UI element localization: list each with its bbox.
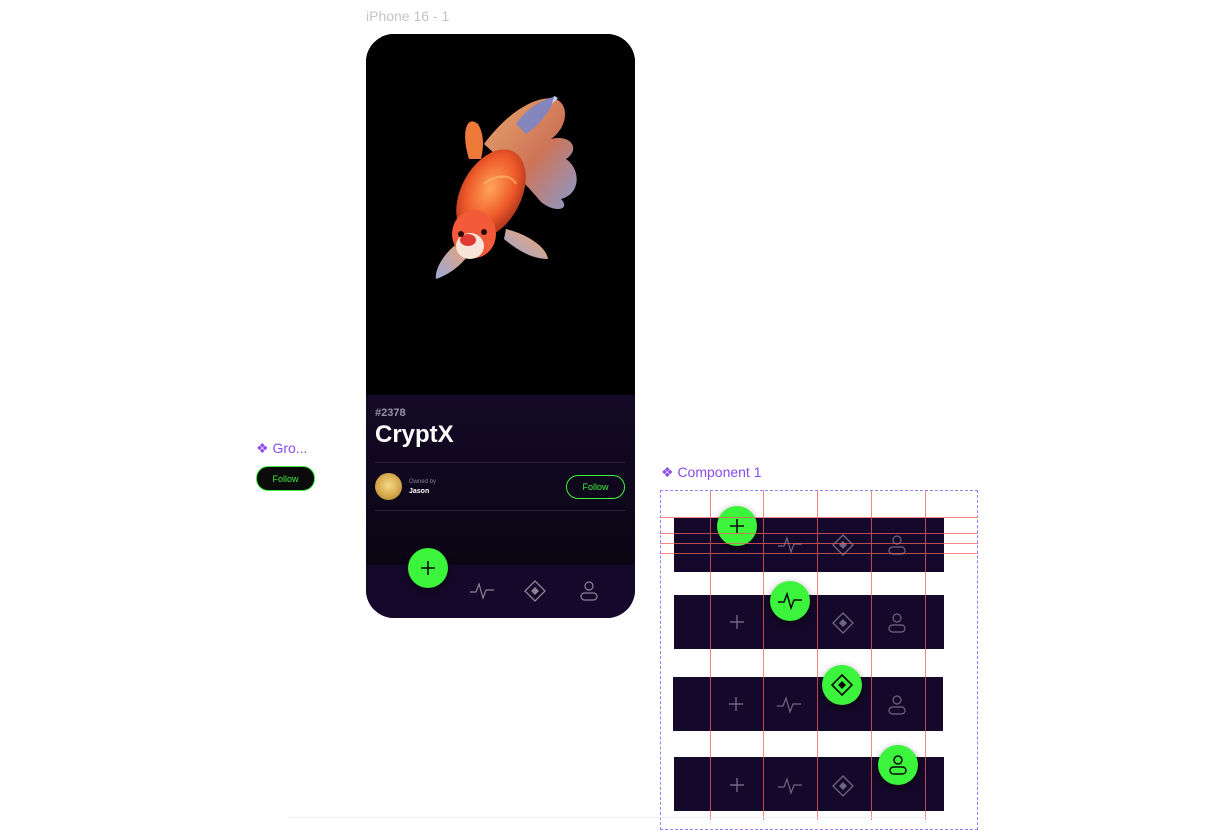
follow-button-component[interactable]: Follow xyxy=(256,466,315,491)
variant-nav-item[interactable] xyxy=(727,775,747,795)
divider xyxy=(375,462,625,463)
layout-grid-column xyxy=(925,490,926,820)
layout-grid-row xyxy=(660,517,978,518)
activity-icon xyxy=(777,696,801,714)
nav-plus-button[interactable] xyxy=(408,548,448,588)
nav-profile-button[interactable] xyxy=(579,580,599,602)
variant-active-button[interactable] xyxy=(717,506,757,546)
layout-grid-column xyxy=(871,490,872,820)
nav-diamond-button[interactable] xyxy=(524,580,546,602)
nav-variant-activity[interactable] xyxy=(674,581,944,649)
token-card: #2378 CryptX Owned by Jason Follow xyxy=(366,395,635,565)
activity-icon xyxy=(778,777,802,795)
variant-nav-item[interactable] xyxy=(887,612,907,634)
group-component-label[interactable]: ❖ Gro... xyxy=(256,440,307,457)
owned-by-label: Owned by xyxy=(409,479,437,485)
layout-grid-column xyxy=(763,490,764,820)
nav-variant-plus[interactable] xyxy=(674,506,944,572)
follow-button[interactable]: Follow xyxy=(566,475,625,499)
variant-active-button[interactable] xyxy=(878,745,918,785)
token-title: CryptX xyxy=(375,421,454,448)
variant-nav-item[interactable] xyxy=(832,612,854,634)
variant-nav-item[interactable] xyxy=(776,694,802,716)
owner-avatar[interactable] xyxy=(375,473,402,500)
variant-active-button[interactable] xyxy=(770,581,810,621)
user-icon xyxy=(888,613,906,633)
nav-variant-diamond[interactable] xyxy=(673,665,943,731)
variant-nav-item[interactable] xyxy=(887,694,907,716)
canvas-edge xyxy=(288,817,928,818)
layout-grid-column xyxy=(817,490,818,820)
plus-icon xyxy=(730,615,744,629)
token-id: #2378 xyxy=(375,407,406,419)
component-1-label[interactable]: ❖ Component 1 xyxy=(661,464,762,481)
user-icon xyxy=(888,695,906,715)
nav-activity-button[interactable] xyxy=(469,580,495,602)
layout-grid-row xyxy=(660,553,978,554)
bottom-nav xyxy=(366,548,635,618)
layout-grid-row xyxy=(660,533,978,534)
diamond-icon xyxy=(524,580,546,602)
activity-icon xyxy=(778,591,802,611)
variant-nav-item[interactable] xyxy=(726,694,746,714)
layout-grid-column xyxy=(710,490,711,820)
variant-active-button[interactable] xyxy=(822,665,862,705)
plus-icon xyxy=(730,778,744,792)
variant-nav-item[interactable] xyxy=(832,775,854,797)
frame-title: iPhone 16 - 1 xyxy=(366,8,450,24)
user-icon xyxy=(580,581,598,601)
diamond-icon xyxy=(832,612,854,634)
plus-icon xyxy=(421,561,435,575)
variant-nav-item[interactable] xyxy=(777,775,803,797)
goldfish-image xyxy=(435,96,577,279)
activity-icon xyxy=(470,582,494,600)
layout-grid-row xyxy=(660,543,978,544)
variant-nav-item[interactable] xyxy=(727,612,747,632)
nav-variant-user[interactable] xyxy=(674,745,944,811)
diamond-icon xyxy=(832,775,854,797)
divider xyxy=(375,510,625,511)
phone-frame: #2378 CryptX Owned by Jason Follow xyxy=(366,34,635,618)
owner-name[interactable]: Jason xyxy=(409,488,429,495)
user-icon xyxy=(889,755,907,775)
plus-icon xyxy=(729,697,743,711)
nft-image xyxy=(366,34,635,395)
diamond-icon xyxy=(831,674,853,696)
